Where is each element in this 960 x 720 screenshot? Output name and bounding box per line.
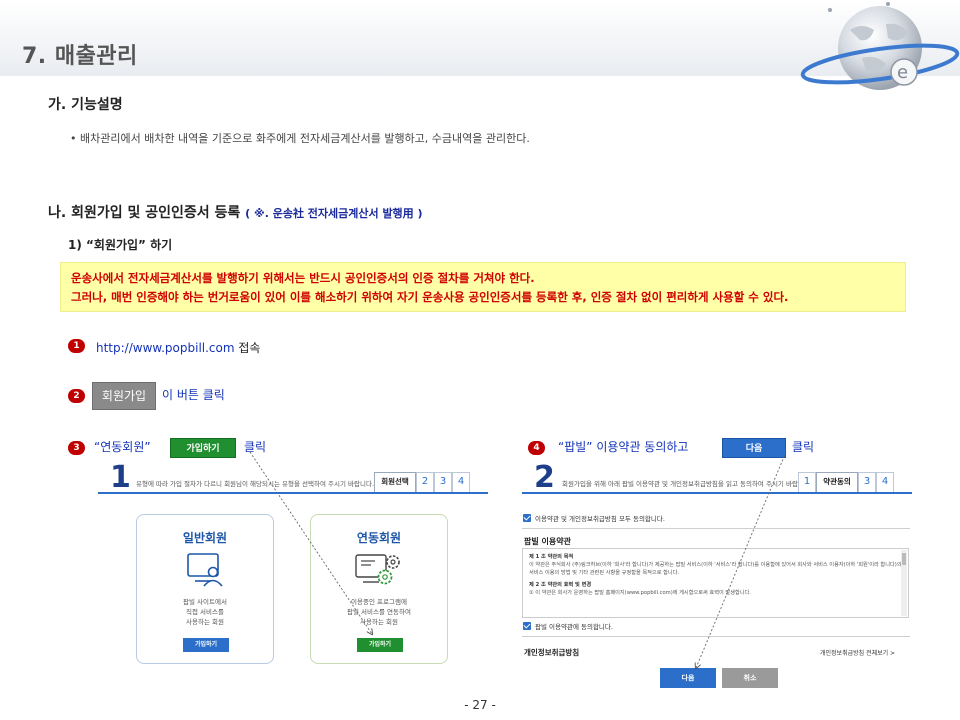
terms-line-5: ① 이 약관은 회사가 운영하는 팝빌 홈페이지(www.popbill.com… [529,590,751,596]
monitor-user-icon [187,553,223,587]
general-signup-button[interactable]: 가입하기 [183,638,229,652]
panel-2-tabs: 1 약관동의 3 4 [798,472,894,492]
step-1-text: http://www.popbill.com 접속 [96,339,260,356]
agree-all-label: 이용약관 및 개인정보취급방침 모두 동의합니다. [535,515,665,523]
tab-step-2[interactable]: 2 [416,472,434,492]
tab-terms-agree[interactable]: 약관동의 [816,472,858,492]
step-4-badge: 4 [528,441,545,455]
section-b-title: 나. 회원가입 및 공인인증서 등록 [48,205,241,221]
terms-textarea[interactable]: 제 1 조 약관의 목적 이 약관은 주식회사 (주)링크허브(이하 '회사'라… [522,548,909,618]
step-1-suffix: 접속 [238,341,261,355]
terms-next-button[interactable]: 다음 [660,668,716,688]
monitor-gears-icon [355,554,400,585]
divider [522,636,910,637]
tab-step-1[interactable]: 1 [798,472,816,492]
terms-line-2: 이 약관은 주식회사 (주)링크허브(이하 '회사'라 합니다)가 제공하는 팝… [529,562,902,568]
agree-terms-checkbox[interactable] [523,622,531,630]
linked-member-card[interactable]: 연동회원 이용중인 프로그램에 팝빌 서비스를 연동하여 사용하는 회원 가입하… [310,514,448,664]
step-3-click: 클릭 [244,440,267,454]
terms-line-3: 서비스 이용의 방법 및 기타 관련된 사항을 규정함을 목적으로 합니다. [529,570,680,576]
terms-cancel-button[interactable]: 취소 [722,668,778,688]
general-member-desc: 팝빌 사이트에서 직접 서비스를 사용하는 회원 [137,597,273,627]
terms-scrollbar[interactable] [901,550,907,616]
privacy-view-all-link[interactable]: 개인정보취급방침 전체보기 > [820,648,895,657]
globe-logo: e [800,2,960,90]
section-b-heading: 나. 회원가입 및 공인인증서 등록 ( ※. 운송社 전자세금계산서 발행用 … [48,202,423,222]
terms-line-1: 제 1 조 약관의 목적 [529,554,574,560]
join-member-button[interactable]: 회원가입 [92,382,156,410]
tab-step-3[interactable]: 3 [434,472,452,492]
agree-all-checkbox[interactable] [523,514,531,522]
notice-line-2: 그러나, 매번 인증해야 하는 번거로움이 있어 이를 해소하기 위하여 자기 … [71,290,789,304]
tab-member-select[interactable]: 회원선택 [374,472,416,492]
agree-all-checkbox-row[interactable]: 이용약관 및 개인정보취급방침 모두 동의합니다. [523,513,665,523]
step-3-text: “연동회원” [94,440,151,454]
step-4-click: 클릭 [792,440,815,454]
page-title: 7. 매출관리 [22,44,138,69]
notice-box: 운송사에서 전자세금계산서를 발행하기 위해서는 반드시 공인인증서의 인증 절… [60,262,906,312]
notice-line-1: 운송사에서 전자세금계산서를 발행하기 위해서는 반드시 공인인증서의 인증 절… [71,271,535,285]
panel-1-hint: 유형에 따라 가입 절차가 다르니 회원님이 해당되시는 유형을 선택하여 주시… [136,480,375,488]
panel-1-step-number: 1 [110,460,131,495]
linked-member-desc: 이용중인 프로그램에 팝빌 서비스를 연동하여 사용하는 회원 [311,597,447,627]
general-desc-line-3: 사용하는 회원 [186,618,224,626]
popbill-url-link[interactable]: http://www.popbill.com [96,341,235,355]
panel-2-rule [522,492,912,494]
sub-heading: 1) “회원가입” 하기 [68,238,173,252]
divider [522,528,910,529]
step-4-text: “팝빌” 이용약관 동의하고 [558,440,689,454]
agree-terms-checkbox-row[interactable]: 팝빌 이용약관에 동의합니다. [523,621,613,631]
section-b-note: ( ※. 운송社 전자세금계산서 발행用 ) [245,207,423,220]
tab-step-3b[interactable]: 3 [858,472,876,492]
tab-step-4b[interactable]: 4 [876,472,894,492]
section-a-heading: 가. 기능설명 [48,97,123,113]
linked-member-title: 연동회원 [356,531,402,545]
page-number: - 27 - [464,698,496,712]
general-desc-line-2: 직접 서비스를 [186,608,224,616]
general-desc-line-1: 팝빌 사이트에서 [183,598,227,606]
panel-2-hint: 회원가입을 위해 아래 팝빌 이용약관 및 개인정보취급방침을 읽고 동의하여 … [562,480,812,488]
linked-desc-line-3: 사용하는 회원 [360,618,398,626]
svg-text:e: e [897,62,908,83]
terms-title: 팝빌 이용약관 [524,537,571,546]
step-2-badge: 2 [68,389,85,403]
step-3-badge: 3 [68,441,85,455]
panel-1-tabs: 회원선택 2 3 4 [374,472,470,492]
panel-2-step-number: 2 [534,460,555,495]
privacy-title: 개인정보취급방침 [524,648,580,657]
terms-line-4: 제 2 조 약관의 효력 및 변경 [529,582,592,588]
step-1-badge: 1 [68,339,85,353]
next-step-button[interactable]: 다음 [722,438,786,458]
linked-card-signup-button[interactable]: 가입하기 [357,638,403,652]
general-member-title: 일반회원 [182,531,228,545]
tab-step-4[interactable]: 4 [452,472,470,492]
feature-description: • 배차관리에서 배차한 내역을 기준으로 화주에게 전자세금계산서를 발행하고… [70,132,530,145]
panel-1-rule [98,492,488,494]
linked-desc-line-1: 이용중인 프로그램에 [351,598,407,606]
linked-signup-button[interactable]: 가입하기 [170,438,236,458]
general-member-card[interactable]: 일반회원 팝빌 사이트에서 직접 서비스를 사용하는 회원 가입하기 [136,514,274,664]
step-2-text: 이 버튼 클릭 [162,388,225,402]
agree-terms-label: 팝빌 이용약관에 동의합니다. [535,623,613,631]
linked-desc-line-2: 팝빌 서비스를 연동하여 [347,608,411,616]
